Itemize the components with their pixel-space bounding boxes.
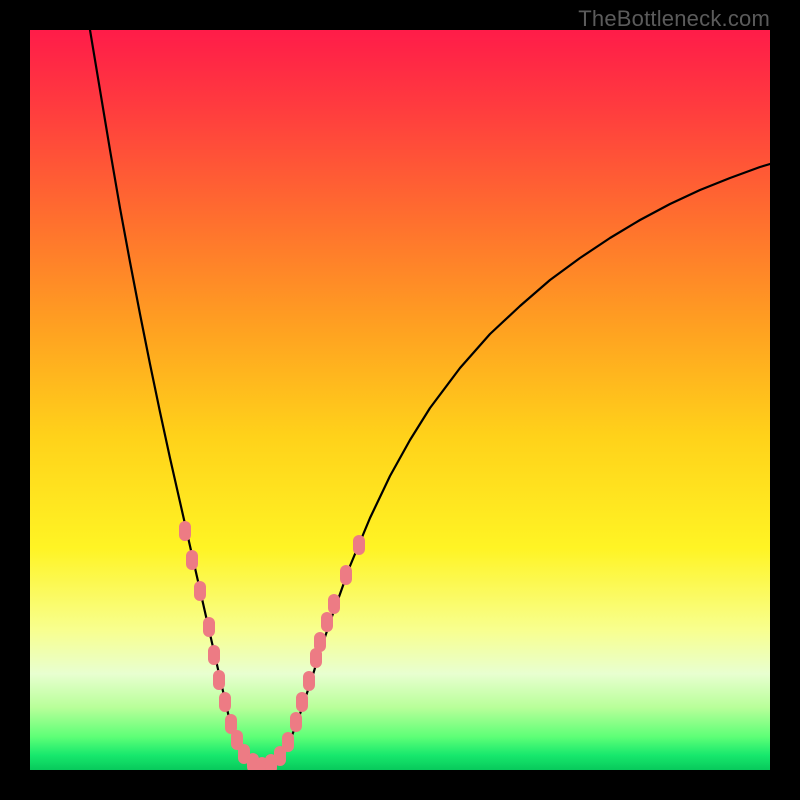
- marker-point: [282, 732, 294, 752]
- marker-point: [296, 692, 308, 712]
- marker-point: [321, 612, 333, 632]
- marker-point: [208, 645, 220, 665]
- series-left-branch: [90, 30, 245, 758]
- series-group: [90, 30, 770, 768]
- marker-point: [303, 671, 315, 691]
- chart-frame: TheBottleneck.com: [0, 0, 800, 800]
- marker-point: [219, 692, 231, 712]
- marker-point: [290, 712, 302, 732]
- watermark-text: TheBottleneck.com: [578, 6, 770, 32]
- marker-point: [194, 581, 206, 601]
- markers-group: [179, 521, 365, 770]
- series-right-branch: [280, 164, 770, 758]
- marker-point: [353, 535, 365, 555]
- marker-point: [328, 594, 340, 614]
- marker-point: [340, 565, 352, 585]
- chart-curves: [30, 30, 770, 770]
- marker-point: [213, 670, 225, 690]
- marker-point: [186, 550, 198, 570]
- plot-area: [30, 30, 770, 770]
- marker-point: [314, 632, 326, 652]
- marker-point: [203, 617, 215, 637]
- marker-point: [179, 521, 191, 541]
